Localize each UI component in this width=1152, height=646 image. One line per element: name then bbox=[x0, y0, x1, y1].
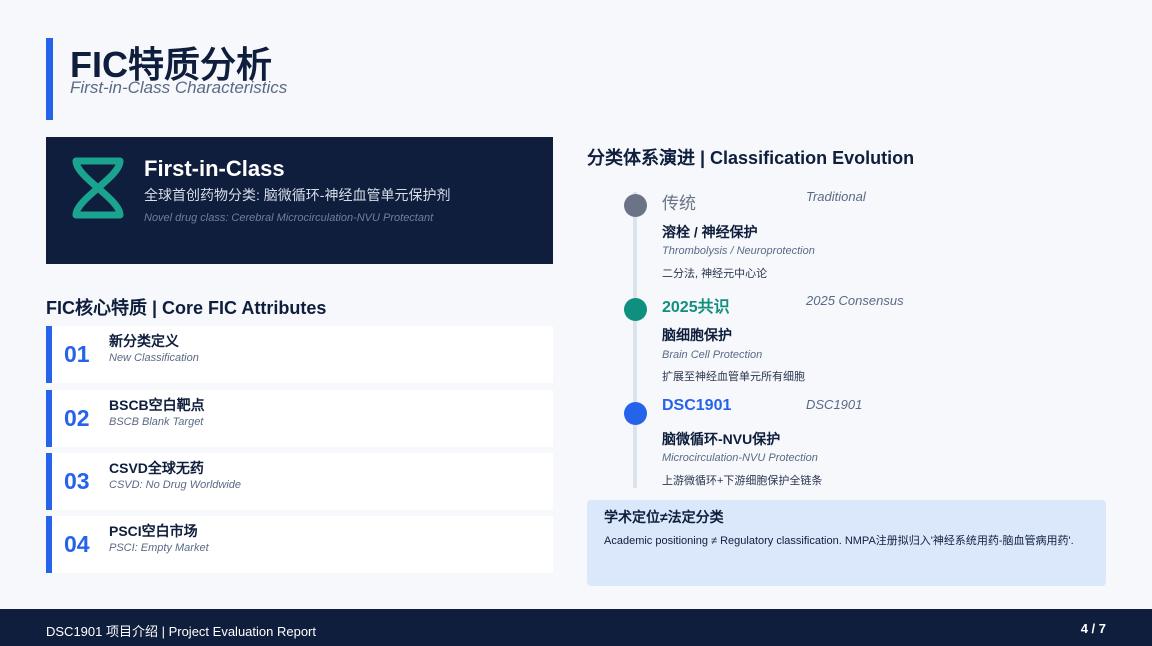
stage-heading: 脑微循环-NVU保护 bbox=[662, 431, 781, 447]
footer-title: DSC1901 项目介绍 | Project Evaluation Report bbox=[46, 624, 316, 639]
page-number: 4 / 7 bbox=[1080, 621, 1106, 636]
attribute-label-cn: BSCB空白靶点 bbox=[109, 397, 205, 413]
stage-tag: 2025 Consensus bbox=[806, 293, 904, 308]
stage-description: 扩展至神经血管单元所有细胞 bbox=[662, 371, 805, 383]
fic-hero-card: First-in-Class 全球首创药物分类: 脑微循环-神经血管单元保护剂 … bbox=[46, 137, 553, 264]
stage-english: Microcirculation-NVU Protection bbox=[662, 452, 818, 464]
stage-heading: 脑细胞保护 bbox=[662, 327, 732, 343]
stage-label: 2025共识 bbox=[662, 299, 730, 316]
attribute-label-en: New Classification bbox=[109, 352, 199, 364]
attribute-label-en: PSCI: Empty Market bbox=[109, 542, 209, 554]
attribute-card: 04 PSCI空白市场 PSCI: Empty Market bbox=[46, 516, 553, 573]
stage-heading: 溶栓 / 神经保护 bbox=[662, 224, 758, 240]
attribute-label-cn: CSVD全球无药 bbox=[109, 460, 204, 476]
note-title: 学术定位≠法定分类 bbox=[604, 509, 724, 525]
timeline-dot bbox=[624, 298, 647, 321]
attribute-label-en: BSCB Blank Target bbox=[109, 416, 204, 428]
attribute-card: 02 BSCB空白靶点 BSCB Blank Target bbox=[46, 390, 553, 447]
hero-description-cn: 全球首创药物分类: 脑微循环-神经血管单元保护剂 bbox=[144, 187, 451, 203]
attribute-label-cn: PSCI空白市场 bbox=[109, 523, 198, 539]
attribute-number: 03 bbox=[64, 468, 90, 494]
attribute-number: 04 bbox=[64, 531, 90, 557]
timeline-line bbox=[633, 192, 637, 488]
note-text: Academic positioning ≠ Regulatory classi… bbox=[604, 535, 1074, 547]
attribute-number: 01 bbox=[64, 341, 90, 367]
attribute-card: 01 新分类定义 New Classification bbox=[46, 326, 553, 383]
timeline-dot bbox=[624, 402, 647, 425]
timeline-dot bbox=[624, 194, 647, 217]
attribute-number: 02 bbox=[64, 405, 90, 431]
attributes-section-title: FIC核心特质 | Core FIC Attributes bbox=[46, 298, 327, 318]
hero-description-en: Novel drug class: Cerebral Microcirculat… bbox=[144, 212, 434, 224]
stage-description: 二分法, 神经元中心论 bbox=[662, 268, 768, 280]
stage-english: Thrombolysis / Neuroprotection bbox=[662, 245, 815, 257]
stage-tag: DSC1901 bbox=[806, 397, 863, 412]
attribute-label-cn: 新分类定义 bbox=[109, 333, 179, 349]
hero-title: First-in-Class bbox=[144, 156, 285, 181]
stage-english: Brain Cell Protection bbox=[662, 349, 763, 361]
stage-description: 上游微循环+下游细胞保护全链条 bbox=[662, 475, 823, 487]
page-subtitle: First-in-Class Characteristics bbox=[70, 78, 288, 97]
evolution-section-title: 分类体系演进 | Classification Evolution bbox=[587, 148, 915, 168]
title-accent-bar bbox=[46, 38, 53, 120]
footer-bar: DSC1901 项目介绍 | Project Evaluation Report… bbox=[0, 609, 1152, 646]
stage-label: DSC1901 bbox=[662, 397, 732, 414]
dna-icon bbox=[72, 157, 124, 219]
stage-tag: Traditional bbox=[806, 189, 866, 204]
stage-label: 传统 bbox=[662, 194, 696, 213]
attribute-card: 03 CSVD全球无药 CSVD: No Drug Worldwide bbox=[46, 453, 553, 510]
regulatory-note: 学术定位≠法定分类 Academic positioning ≠ Regulat… bbox=[587, 500, 1106, 586]
attribute-label-en: CSVD: No Drug Worldwide bbox=[109, 479, 242, 491]
